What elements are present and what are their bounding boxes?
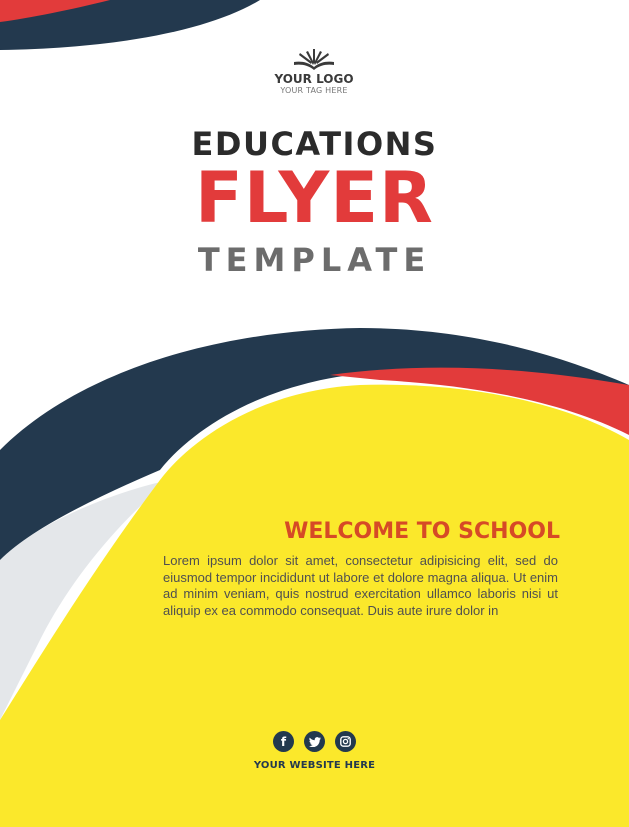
flyer-page: YOUR LOGO YOUR TAG HERE EDUCATIONS FLYER… <box>0 0 629 827</box>
open-book-icon <box>294 49 334 70</box>
welcome-heading: WELCOME TO SCHOOL <box>284 519 560 544</box>
title-flyer: FLYER <box>195 157 434 239</box>
logo: YOUR LOGO YOUR TAG HERE <box>264 48 364 95</box>
title-template: TEMPLATE <box>197 241 432 279</box>
logo-name: YOUR LOGO <box>274 72 354 86</box>
instagram-icon[interactable] <box>335 731 356 752</box>
twitter-icon[interactable] <box>304 731 325 752</box>
website-link[interactable]: YOUR WEBSITE HERE <box>0 760 629 771</box>
social-icons: f <box>0 731 629 752</box>
body-paragraph: Lorem ipsum dolor sit amet, consectetur … <box>163 553 558 618</box>
logo-tagline: YOUR TAG HERE <box>280 86 348 95</box>
facebook-icon[interactable]: f <box>273 731 294 752</box>
